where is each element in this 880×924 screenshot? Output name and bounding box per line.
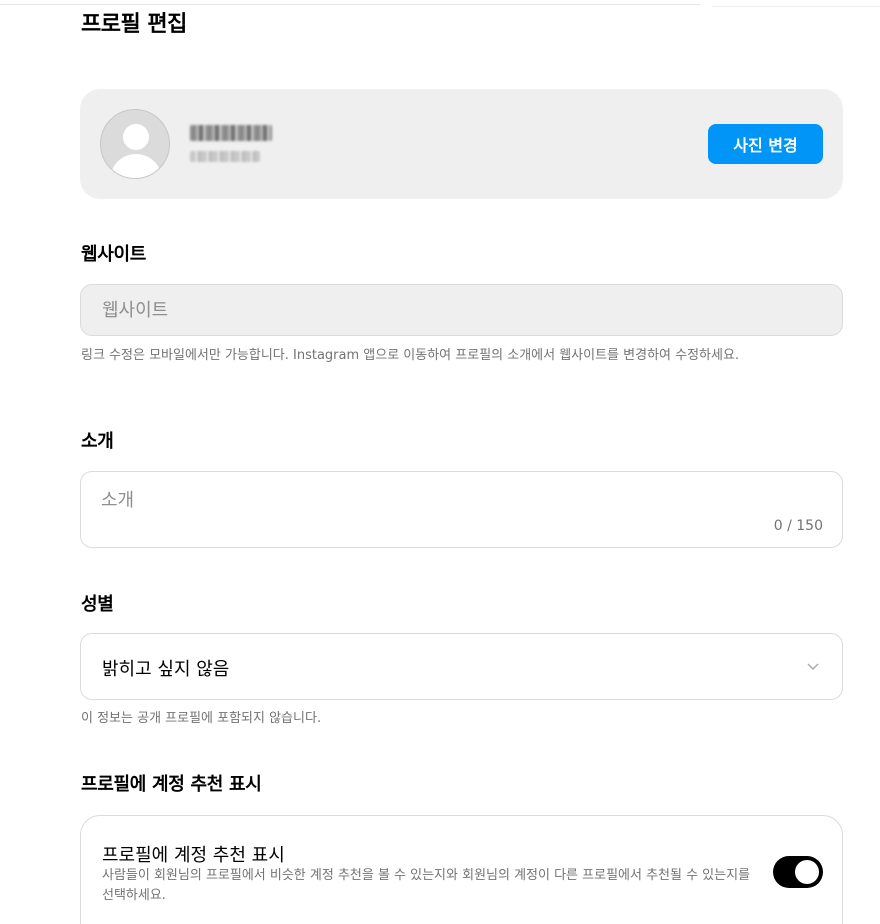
suggestions-title: 프로필에 계정 추천 표시 [102, 845, 285, 866]
suggestions-section-label: 프로필에 계정 추천 표시 [81, 774, 262, 795]
gender-label: 성별 [81, 594, 114, 615]
profile-card: 사진 변경 [80, 89, 843, 199]
toggle-knob [795, 860, 819, 884]
bio-textarea[interactable] [101, 486, 801, 516]
website-input[interactable] [80, 284, 843, 336]
bio-label: 소개 [81, 431, 114, 452]
default-avatar-icon[interactable] [100, 109, 170, 179]
website-help-text: 링크 수정은 모바일에서만 가능합니다. Instagram 앱으로 이동하여 … [81, 348, 740, 363]
bio-char-counter: 0 / 150 [773, 518, 823, 534]
username-blurred [190, 125, 272, 141]
suggestions-card: 프로필에 계정 추천 표시 사람들이 회원님의 프로필에서 비슷한 계정 추천을… [80, 815, 843, 924]
gender-help-text: 이 정보는 공개 프로필에 포함되지 않습니다. [81, 711, 322, 726]
chevron-down-icon [807, 663, 819, 670]
page-title: 프로필 편집 [81, 12, 187, 37]
suggestions-toggle[interactable] [773, 856, 823, 888]
change-photo-button[interactable]: 사진 변경 [708, 124, 823, 164]
bio-field[interactable]: 0 / 150 [80, 471, 843, 548]
gender-selected-value: 밝히고 싶지 않음 [102, 659, 230, 680]
gender-select[interactable]: 밝히고 싶지 않음 [80, 633, 843, 700]
suggestions-description: 사람들이 회원님의 프로필에서 비슷한 계정 추천을 볼 수 있는지와 회원님의… [102, 868, 751, 903]
fullname-blurred [190, 151, 260, 162]
website-label: 웹사이트 [81, 244, 147, 265]
